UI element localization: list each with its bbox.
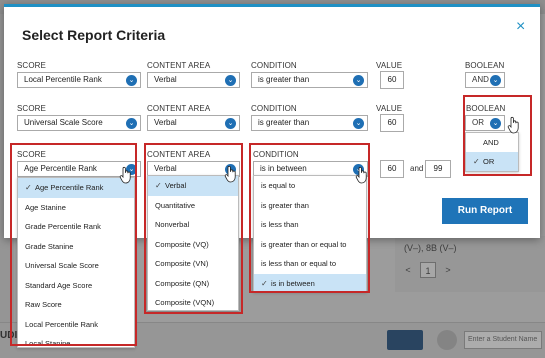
boolean-option[interactable]: ✓ OR bbox=[466, 152, 518, 171]
hand-cursor-icon bbox=[224, 165, 236, 183]
chevron-down-icon: ⌄ bbox=[353, 75, 364, 86]
content-area-select-value: Verbal bbox=[154, 75, 177, 84]
boolean-option[interactable]: AND bbox=[466, 133, 518, 152]
score-option[interactable]: Local Stanine bbox=[18, 334, 134, 354]
score-select-value: Age Percentile Rank bbox=[24, 164, 97, 173]
chevron-down-icon: ⌄ bbox=[126, 75, 137, 86]
content-area-option[interactable]: Quantitative bbox=[148, 196, 238, 216]
chevron-down-icon: ⌄ bbox=[490, 75, 501, 86]
score-label: SCORE bbox=[17, 104, 46, 113]
boolean-label: BOOLEAN bbox=[465, 61, 505, 70]
content-area-dropdown-list: ✓ Verbal Quantitative Nonverbal Composite… bbox=[147, 175, 239, 311]
and-text: and bbox=[410, 164, 424, 173]
value-input-row3[interactable]: 60 bbox=[380, 160, 404, 178]
chevron-down-icon: ⌄ bbox=[490, 118, 501, 129]
chevron-down-icon: ⌄ bbox=[225, 75, 236, 86]
run-report-button[interactable]: Run Report bbox=[442, 198, 528, 224]
boolean-select-value: AND bbox=[472, 75, 489, 84]
hand-cursor-icon bbox=[119, 166, 131, 184]
hand-cursor-icon bbox=[507, 116, 519, 134]
content-area-select-value: Verbal bbox=[154, 118, 177, 127]
content-area-label: CONTENT AREA bbox=[147, 150, 211, 159]
value-label: VALUE bbox=[376, 61, 403, 70]
content-area-label: CONTENT AREA bbox=[147, 104, 211, 113]
score-option[interactable]: Age Stanine bbox=[18, 198, 134, 218]
value-label: VALUE bbox=[376, 104, 403, 113]
content-area-label: CONTENT AREA bbox=[147, 61, 211, 70]
score-option[interactable]: Grade Percentile Rank bbox=[18, 217, 134, 237]
checkmark-icon: ✓ bbox=[155, 181, 162, 190]
condition-option[interactable]: is greater than bbox=[254, 196, 366, 216]
score-label: SCORE bbox=[17, 61, 46, 70]
content-area-select-row1[interactable]: Verbal ⌄ bbox=[147, 72, 240, 88]
score-label: SCORE bbox=[17, 150, 46, 159]
content-area-option[interactable]: Nonverbal bbox=[148, 215, 238, 235]
condition-option[interactable]: ✓ is in between bbox=[254, 273, 366, 293]
score-option[interactable]: Grade Stanine bbox=[18, 237, 134, 257]
score-select-value: Local Percentile Rank bbox=[24, 75, 102, 84]
score-option[interactable]: Raw Score bbox=[18, 295, 134, 315]
value-input-row2[interactable]: 60 bbox=[380, 114, 404, 132]
score-option[interactable]: Local Percentile Rank bbox=[18, 315, 134, 335]
score-option[interactable]: Universal Scale Score bbox=[18, 256, 134, 276]
chevron-down-icon: ⌄ bbox=[353, 118, 364, 129]
checkmark-icon: ✓ bbox=[261, 278, 268, 288]
condition-label: CONDITION bbox=[253, 150, 299, 159]
score-dropdown-list: ✓ Age Percentile Rank Age Stanine Grade P… bbox=[17, 177, 135, 348]
condition-option[interactable]: is greater than or equal to bbox=[254, 235, 366, 255]
value-input-row1[interactable]: 60 bbox=[380, 71, 404, 89]
value2-input-row3[interactable]: 99 bbox=[425, 160, 451, 178]
score-select-row1[interactable]: Local Percentile Rank ⌄ bbox=[17, 72, 141, 88]
score-option[interactable]: ✓ Age Percentile Rank bbox=[18, 178, 134, 198]
close-icon[interactable]: × bbox=[516, 19, 525, 35]
checkmark-icon: ✓ bbox=[25, 183, 32, 192]
condition-label: CONDITION bbox=[251, 104, 297, 113]
checkmark-icon: ✓ bbox=[473, 157, 480, 166]
chevron-down-icon: ⌄ bbox=[126, 118, 137, 129]
boolean-dropdown-list: AND ✓ OR bbox=[465, 132, 519, 172]
condition-label: CONDITION bbox=[251, 61, 297, 70]
condition-option[interactable]: is equal to bbox=[254, 176, 366, 196]
boolean-select-row2[interactable]: OR ⌄ bbox=[465, 115, 505, 131]
condition-select-row2[interactable]: is greater than ⌄ bbox=[251, 115, 368, 131]
content-area-select-row2[interactable]: Verbal ⌄ bbox=[147, 115, 240, 131]
score-select-value: Universal Scale Score bbox=[24, 118, 103, 127]
dialog-title: Select Report Criteria bbox=[22, 27, 166, 43]
hand-cursor-icon bbox=[355, 166, 367, 184]
condition-option[interactable]: is less than bbox=[254, 215, 366, 235]
content-area-option[interactable]: Composite (VN) bbox=[148, 254, 238, 274]
chevron-down-icon: ⌄ bbox=[225, 118, 236, 129]
content-area-option[interactable]: Composite (QN) bbox=[148, 274, 238, 294]
condition-select-value: is greater than bbox=[258, 118, 310, 127]
boolean-select-row1[interactable]: AND ⌄ bbox=[465, 72, 505, 88]
score-select-row2[interactable]: Universal Scale Score ⌄ bbox=[17, 115, 141, 131]
content-area-option[interactable]: Composite (VQ) bbox=[148, 235, 238, 255]
condition-select-row1[interactable]: is greater than ⌄ bbox=[251, 72, 368, 88]
condition-select-value: is greater than bbox=[258, 75, 310, 84]
boolean-label: BOOLEAN bbox=[466, 104, 506, 113]
condition-option[interactable]: is less than or equal to bbox=[254, 254, 366, 274]
content-area-option[interactable]: Composite (VQN) bbox=[148, 293, 238, 313]
boolean-select-value: OR bbox=[472, 118, 484, 127]
content-area-select-value: Verbal bbox=[154, 164, 177, 173]
score-option[interactable]: Standard Age Score bbox=[18, 276, 134, 296]
condition-dropdown-list: is equal to is greater than is less than… bbox=[253, 175, 367, 293]
condition-select-value: is in between bbox=[260, 164, 307, 173]
